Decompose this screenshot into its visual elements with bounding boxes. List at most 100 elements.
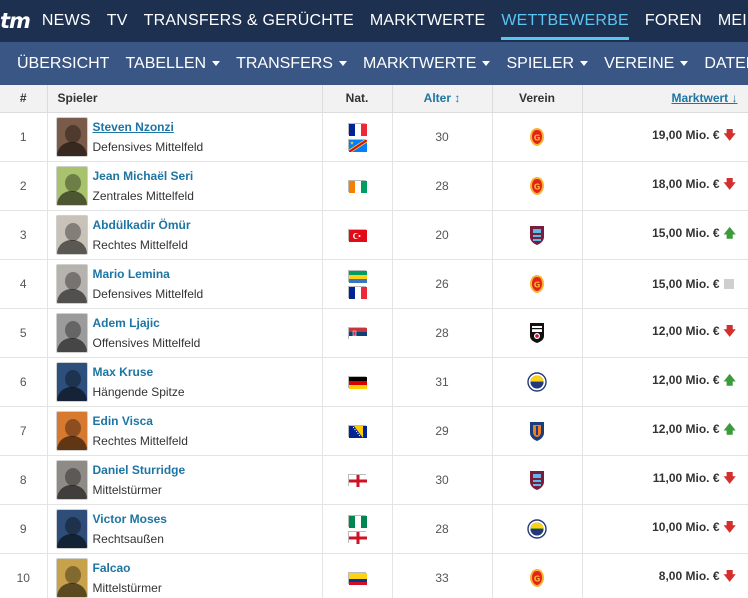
player-name-link[interactable]: Daniel Sturridge — [93, 463, 186, 477]
market-value-cell: 10,00 Mio. € 🡇 — [582, 504, 748, 554]
trend-up-arrow-icon: 🡅 — [723, 226, 736, 240]
player-position: Offensives Mittelfeld — [92, 335, 201, 350]
market-value-cell: 12,00 Mio. € 🡅 — [582, 406, 748, 456]
player-name-link[interactable]: Victor Moses — [93, 512, 167, 526]
player-photo[interactable] — [55, 361, 88, 402]
flag-england-icon[interactable] — [348, 473, 367, 487]
subnav-transfers[interactable]: TRANSFERS — [228, 55, 355, 73]
player-position: Defensives Mittelfeld — [92, 286, 204, 301]
subnav-vereine[interactable]: VEREINE — [596, 55, 696, 73]
chevron-down-icon — [680, 61, 689, 66]
flag-bosnia-icon[interactable] — [348, 424, 367, 438]
player-photo[interactable] — [55, 214, 88, 255]
player-position: Mittelstürmer — [92, 580, 162, 595]
age-cell: 29 — [392, 406, 493, 456]
flag-gabon-icon[interactable] — [348, 269, 367, 283]
fenerbahce-crest-icon[interactable] — [527, 371, 547, 393]
market-value-link[interactable]: 8,00 Mio. € — [659, 569, 720, 583]
trend-unchanged-icon — [723, 278, 734, 289]
flag-turkey-icon[interactable] — [348, 228, 367, 242]
player-name-link[interactable]: Mario Lemina — [93, 267, 204, 281]
age-column-header[interactable]: Alter ↕ — [392, 85, 493, 113]
top-nav-wettbewerbe[interactable]: WETTBEWERBE — [493, 0, 637, 42]
nationality-cell — [322, 406, 393, 456]
top-nav-tv[interactable]: TV — [99, 0, 136, 42]
market-value-link[interactable]: 15,00 Mio. € — [652, 226, 719, 240]
trabzonspor-crest-icon[interactable] — [527, 224, 547, 246]
player-name-link[interactable]: Jean Michaël Seri — [93, 169, 194, 183]
market-value-header-label[interactable]: Marktwert ↓ — [671, 91, 737, 105]
galatasaray-crest-icon[interactable]: G — [527, 273, 547, 295]
top-nav-marktwerte[interactable]: MARKTWERTE — [362, 0, 493, 42]
flag-dr-congo-icon[interactable] — [348, 138, 367, 152]
player-cell: Steven Nzonzi Defensives Mittelfeld — [47, 112, 323, 162]
player-photo[interactable] — [55, 508, 88, 549]
subnav-übersicht[interactable]: ÜBERSICHT — [9, 55, 117, 73]
player-photo[interactable] — [55, 557, 88, 598]
market-value-link[interactable]: 18,00 Mio. € — [652, 177, 719, 191]
top-nav-mein-tm[interactable]: MEIN TM — [710, 0, 748, 42]
age-cell: 28 — [392, 161, 493, 211]
player-photo[interactable] — [55, 263, 88, 304]
market-value-link[interactable]: 12,00 Mio. € — [652, 373, 719, 387]
market-value-link[interactable]: 12,00 Mio. € — [652, 422, 719, 436]
market-value-link[interactable]: 10,00 Mio. € — [652, 520, 719, 534]
table-row: 7 Edin Visca Rechtes Mittelfeld 29 12,00 Mio… — [0, 406, 748, 456]
subnav-marktwerte[interactable]: MARKTWERTE — [355, 55, 498, 73]
player-position: Rechtes Mittelfeld — [92, 433, 188, 448]
player-name-link[interactable]: Falcao — [93, 561, 162, 575]
top-nav-foren[interactable]: FOREN — [637, 0, 710, 42]
top-nav-news[interactable]: NEWS — [34, 0, 99, 42]
subnav-daten-fakten[interactable]: DATEN & FAKTEN — [696, 55, 748, 73]
top-nav-transfers-gerüchte[interactable]: TRANSFERS & GERÜCHTE — [136, 0, 362, 42]
club-cell — [492, 210, 583, 260]
player-name-link[interactable]: Abdülkadir Ömür — [93, 218, 191, 232]
trend-up-arrow-icon: 🡅 — [723, 422, 736, 436]
galatasaray-crest-icon[interactable]: G — [527, 126, 547, 148]
market-value-link[interactable]: 12,00 Mio. € — [652, 324, 719, 338]
flag-france-icon[interactable] — [348, 122, 367, 136]
table-row: 9 Victor Moses Rechtsaußen 28 10,00 Mio. € 🡇 — [0, 504, 748, 554]
flag-ivory-coast-icon[interactable] — [348, 179, 367, 193]
subnav-label: TABELLEN — [125, 54, 207, 72]
fenerbahce-crest-icon[interactable] — [527, 518, 547, 540]
flag-germany-icon[interactable] — [348, 375, 367, 389]
market-value-link[interactable]: 19,00 Mio. € — [652, 128, 719, 142]
player-photo[interactable] — [55, 116, 88, 157]
subnav-spieler[interactable]: SPIELER — [498, 55, 596, 73]
player-name-link[interactable]: Steven Nzonzi — [93, 120, 204, 134]
rank-cell: 10 — [0, 553, 48, 598]
subnav-label: SPIELER — [506, 54, 575, 72]
trabzonspor-crest-icon[interactable] — [527, 469, 547, 491]
market-value-link[interactable]: 15,00 Mio. € — [652, 277, 719, 291]
galatasaray-crest-icon[interactable]: G — [527, 175, 547, 197]
player-photo[interactable] — [55, 312, 88, 353]
flag-serbia-icon[interactable] — [348, 326, 367, 340]
player-name-link[interactable]: Adem Ljajic — [93, 316, 201, 330]
flag-nigeria-icon[interactable] — [348, 514, 367, 528]
chevron-down-icon — [580, 61, 589, 66]
market-value-column-header[interactable]: Marktwert ↓ — [582, 85, 748, 113]
market-value-link[interactable]: 11,00 Mio. € — [653, 471, 720, 485]
player-photo[interactable] — [55, 410, 88, 451]
player-name-link[interactable]: Max Kruse — [93, 365, 185, 379]
subnav-label: MARKTWERTE — [362, 54, 477, 72]
flag-england-icon[interactable] — [348, 530, 367, 544]
svg-text:G: G — [534, 133, 541, 142]
club-cell: G — [492, 161, 583, 211]
galatasaray-crest-icon[interactable]: G — [527, 567, 547, 589]
flag-colombia-icon[interactable] — [348, 571, 367, 585]
age-cell: 28 — [392, 308, 493, 358]
club-cell: G — [492, 553, 583, 598]
player-photo[interactable] — [55, 165, 88, 206]
basaksehir-crest-icon[interactable] — [527, 420, 547, 442]
club-cell: G — [492, 112, 583, 162]
rank-cell: 4 — [0, 259, 48, 309]
flag-france-icon[interactable] — [348, 285, 367, 299]
table-header-row: # Spieler Nat. Alter ↕ Verein Marktwert … — [0, 85, 748, 113]
besiktas-crest-icon[interactable] — [527, 322, 547, 344]
player-photo[interactable] — [55, 459, 88, 500]
transfermarkt-logo[interactable]: tm — [0, 0, 34, 42]
player-name-link[interactable]: Edin Visca — [93, 414, 188, 428]
subnav-tabellen[interactable]: TABELLEN — [117, 55, 228, 73]
